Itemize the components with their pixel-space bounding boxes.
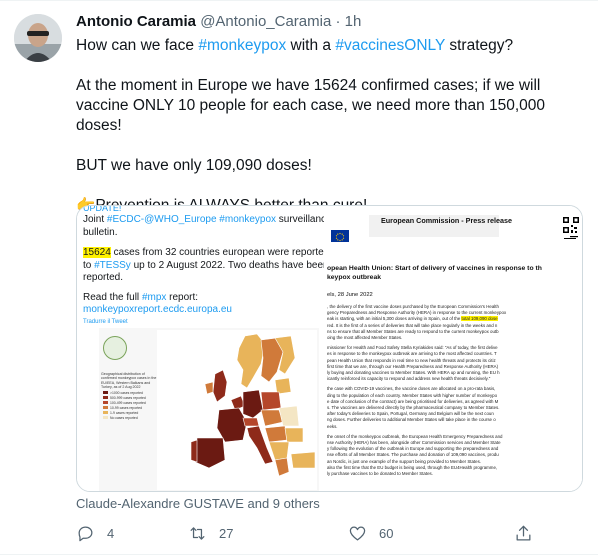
legend-label: No cases reported xyxy=(110,415,138,420)
heart-icon xyxy=(349,526,366,541)
ecdc-hashtags: #ECDC-@WHO_Europe #monkeypox xyxy=(106,214,277,225)
text-fragment: strategy? xyxy=(445,37,514,54)
text-fragment: up to 2 August 2022. Two deaths have bee… xyxy=(130,259,329,271)
top-divider xyxy=(0,0,598,1)
tessy-hashtag: #TESSy xyxy=(94,259,131,271)
retweet-icon xyxy=(190,527,205,540)
retweet-count: 27 xyxy=(219,526,234,541)
title-line: keypox outbreak xyxy=(327,274,382,281)
tweet-header: Antonio Caramia @Antonio_Caramia · 1h xyxy=(76,13,361,30)
legend-swatch xyxy=(103,415,108,420)
tweet-paragraph-cases: At the moment in Europe we have 15624 co… xyxy=(76,77,546,134)
tweet-text: How can we face #monkeypox with a #vacci… xyxy=(76,36,581,216)
ecdc-logo xyxy=(103,336,127,360)
hashtag-vaccinesonly[interactable]: #vaccinesONLY xyxy=(335,37,445,54)
highlight-number: 15624 xyxy=(83,247,111,258)
text-fragment: bulletin. xyxy=(83,226,118,238)
map-title: Geographical distribution of confirmed m… xyxy=(101,372,157,390)
legend-swatch xyxy=(103,410,108,415)
europe-map xyxy=(157,330,317,490)
legend-label: 500-999 cases reported xyxy=(110,395,146,400)
map-legend: >1000 cases reported 500-999 cases report… xyxy=(103,390,159,420)
qr-code-icon xyxy=(562,216,580,246)
text-fragment: report: xyxy=(166,291,199,303)
press-release-line: eeks. xyxy=(327,423,338,429)
media-image-press-release[interactable]: European Commission - Press release opea… xyxy=(327,206,582,491)
text-fragment: cases from 32 countries european were re… xyxy=(110,247,330,258)
legend-swatch xyxy=(103,400,108,405)
legend-swatch xyxy=(103,405,108,410)
press-release-paragraph: , the delivery of the first vaccine dose… xyxy=(327,304,582,341)
press-release-header: European Commission - Press release xyxy=(381,216,513,225)
press-release-paragraph: the case with COVID-19 vaccines, the vac… xyxy=(327,386,582,429)
ecdc-tweet-text: Joint #ECDC-@WHO_Europe #monkeypox surve… xyxy=(83,214,332,327)
legend-label: 10-99 cases reported xyxy=(110,405,143,410)
like-button[interactable]: 60 xyxy=(348,524,393,543)
avatar-image xyxy=(14,14,62,62)
legend-swatch xyxy=(103,390,108,395)
text-fragment: Read the full xyxy=(83,291,142,303)
map-panel: Geographical distribution of confirmed m… xyxy=(99,328,319,491)
update-label: UPDATE! xyxy=(83,205,122,213)
text-fragment: reported. xyxy=(83,272,124,283)
retweet-button[interactable]: 27 xyxy=(188,524,233,543)
mpx-hashtag: #mpx xyxy=(141,291,167,303)
share-button[interactable] xyxy=(514,524,533,543)
legend-item: No cases reported xyxy=(103,415,159,420)
tweet-media[interactable]: UPDATE! Joint #ECDC-@WHO_Europe #monkeyp… xyxy=(76,205,583,492)
press-release-body: , the delivery of the first vaccine dose… xyxy=(327,304,582,481)
reply-icon xyxy=(78,526,93,542)
like-count: 60 xyxy=(379,526,394,541)
reply-count: 4 xyxy=(107,526,115,541)
legend-label: >1000 cases reported xyxy=(110,390,143,395)
tweet-time[interactable]: 1h xyxy=(345,13,362,30)
tweet-paragraph-doses: BUT we have only 109,090 doses! xyxy=(76,157,312,174)
author-name[interactable]: Antonio Caramia xyxy=(76,13,196,30)
media-tagged-users[interactable]: Claude-Alexandre GUSTAVE and 9 others xyxy=(76,496,320,511)
ecdc-report-link: monkeypoxreport.ecdc.europa.eu xyxy=(83,304,232,315)
author-handle[interactable]: @Antonio_Caramia xyxy=(200,13,331,30)
legend-label: 100-499 cases reported xyxy=(110,400,146,405)
avatar[interactable] xyxy=(14,14,62,62)
press-release-line: oing the most affected Member States. xyxy=(327,335,403,341)
tweet-line-1: How can we face #monkeypox with a #vacci… xyxy=(76,36,581,56)
press-release-line: ly purchase vaccines to be donated to Me… xyxy=(327,471,433,477)
highlight-total-doses: total 109,090 dose xyxy=(461,316,498,322)
press-release-paragraph: the onset of the monkeypox outbreak, the… xyxy=(327,434,582,477)
title-line: opean Health Union: Start of delivery of… xyxy=(327,265,542,272)
media-image-ecdc-map[interactable]: UPDATE! Joint #ECDC-@WHO_Europe #monkeyp… xyxy=(77,205,332,491)
text-fragment: with a xyxy=(286,37,336,54)
text-fragment: How can we face xyxy=(76,37,199,54)
legend-label: 1-9 cases reported xyxy=(110,410,139,415)
header-separator: · xyxy=(331,13,345,30)
tweet-actions: 4 27 60 xyxy=(76,524,536,548)
hashtag-monkeypox[interactable]: #monkeypox xyxy=(198,37,286,54)
text-fragment: to xyxy=(83,259,95,271)
press-release-line: icantly reinforced its capacity to respo… xyxy=(327,376,491,382)
reply-button[interactable]: 4 xyxy=(76,524,114,543)
press-release-date: els, 28 June 2022 xyxy=(327,292,373,298)
text-fragment: Joint xyxy=(83,214,107,225)
translate-link: Tradurre il Tweet xyxy=(83,318,128,325)
eu-flag-icon xyxy=(331,230,349,242)
press-release-title: opean Health Union: Start of delivery of… xyxy=(327,264,582,282)
legend-swatch xyxy=(103,395,108,400)
press-release-paragraph: missioner for Health and Food Safety Ste… xyxy=(327,345,582,382)
share-icon xyxy=(516,525,531,541)
